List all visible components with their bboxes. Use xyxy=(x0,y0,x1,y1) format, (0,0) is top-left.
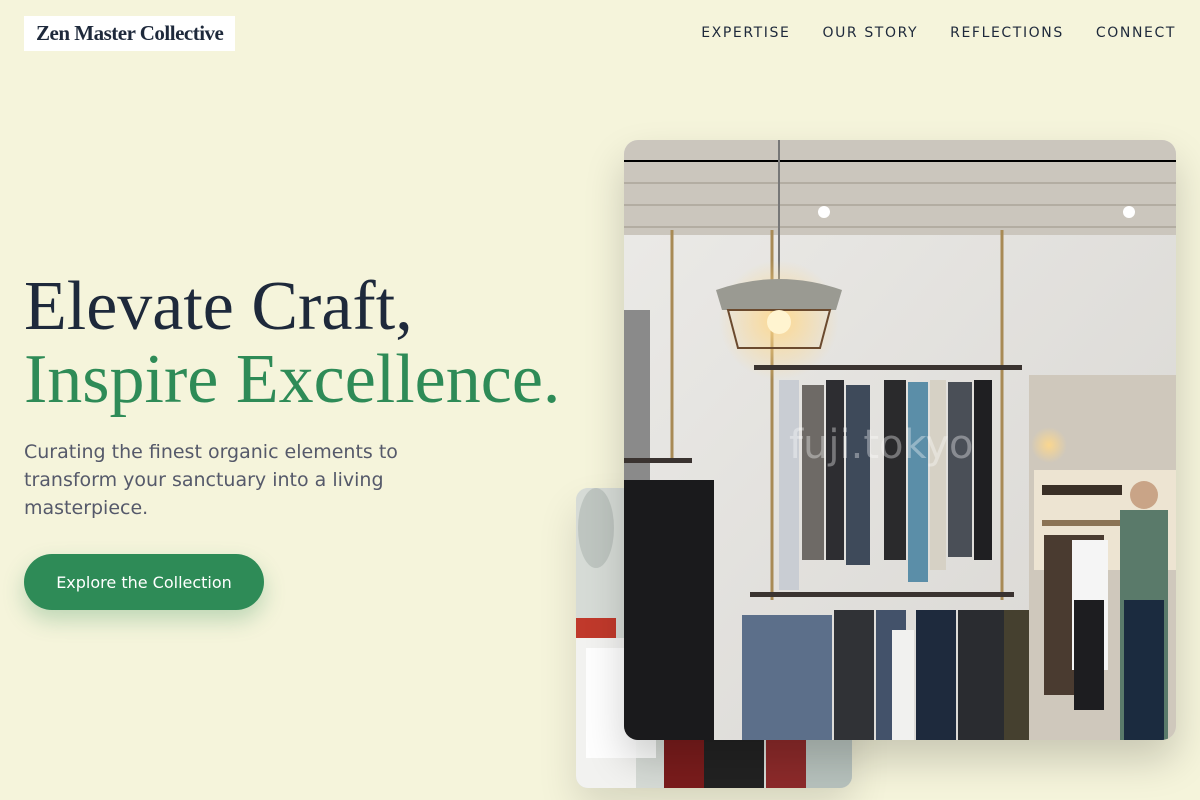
hero-heading-line2: Inspire Excellence. xyxy=(24,341,561,418)
image-watermark: fuji.tokyo xyxy=(789,422,973,468)
nav-item-connect[interactable]: CONNECT xyxy=(1096,25,1176,41)
hero-subtitle: Curating the finest organic elements to … xyxy=(24,441,398,519)
hero-heading-line1: Elevate Craft, xyxy=(24,268,413,345)
hero-heading: Elevate Craft, Inspire Excellence. xyxy=(24,270,560,416)
explore-collection-button[interactable]: Explore the Collection xyxy=(24,554,264,610)
main-nav: EXPERTISE OUR STORY REFLECTIONS CONNECT xyxy=(701,25,1176,41)
boutique-photo: fuji.tokyo xyxy=(624,140,1176,740)
boutique-interior-image: fuji.tokyo xyxy=(624,140,1176,740)
nav-item-expertise[interactable]: EXPERTISE xyxy=(701,25,790,41)
nav-item-our-story[interactable]: OUR STORY xyxy=(822,25,918,41)
nav-item-reflections[interactable]: REFLECTIONS xyxy=(950,25,1064,41)
site-logo[interactable]: Zen Master Collective xyxy=(24,16,236,51)
